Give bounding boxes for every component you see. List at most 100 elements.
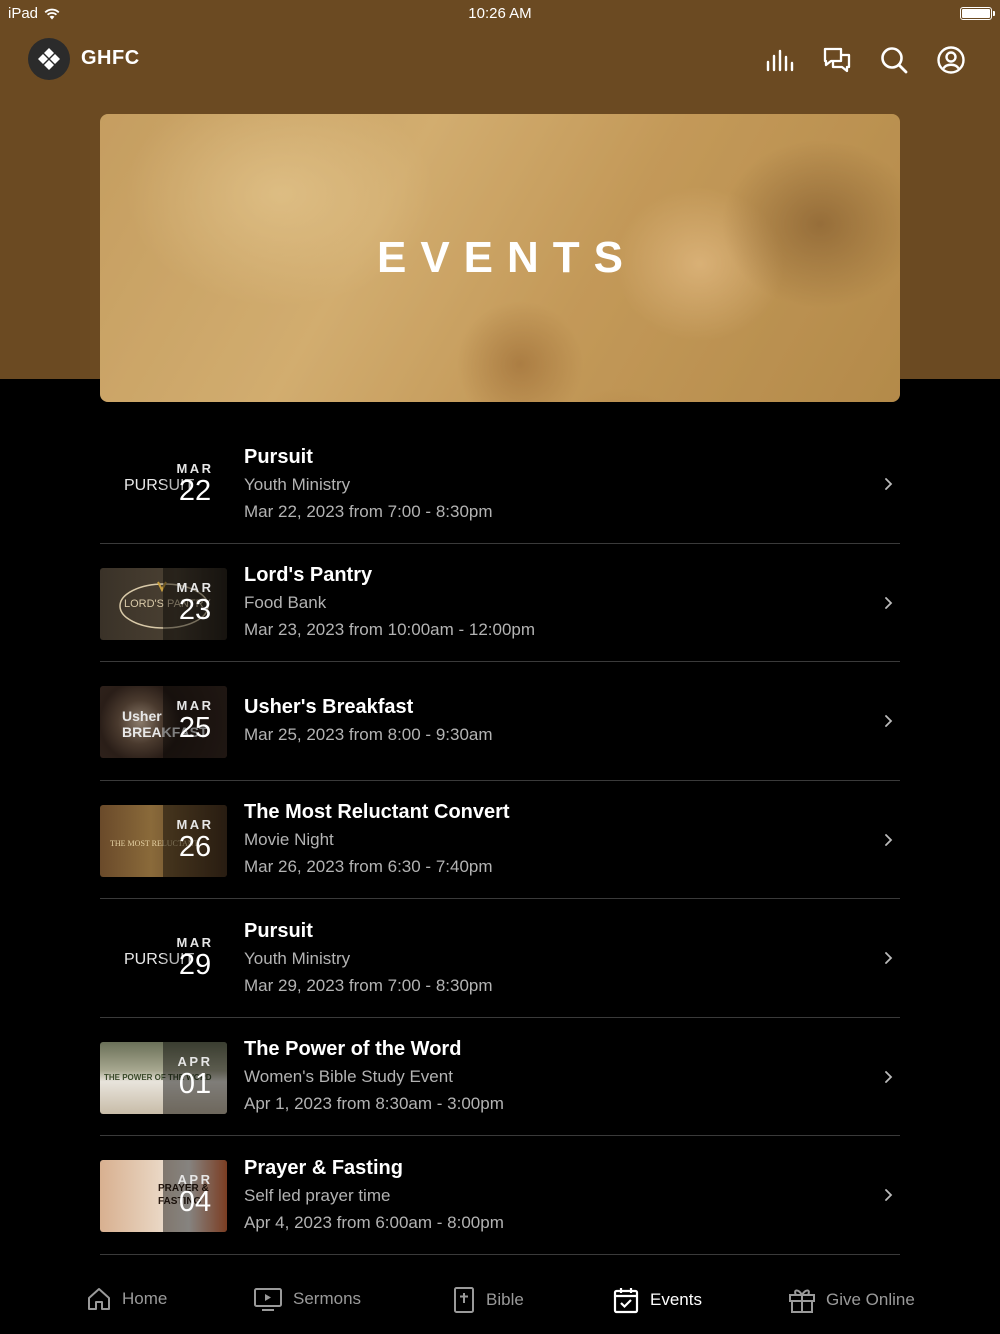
account-icon[interactable] — [935, 44, 966, 75]
calendar-check-icon — [613, 1288, 639, 1314]
header-actions — [764, 44, 966, 75]
tab-home[interactable]: Home — [86, 1286, 167, 1312]
event-title: The Power of the Word — [244, 1038, 462, 1060]
event-time: Mar 22, 2023 from 7:00 - 8:30pm — [244, 501, 493, 521]
app-header: GHFC — [0, 36, 1000, 82]
event-info: Pursuit Youth Ministry Mar 22, 2023 from… — [244, 425, 493, 543]
date-badge: MAR 25 — [163, 686, 227, 758]
status-time: 10:26 AM — [468, 5, 532, 22]
tab-label: Home — [122, 1289, 168, 1308]
date-badge: MAR 29 — [163, 923, 227, 995]
event-title: The Most Reluctant Convert — [244, 801, 510, 823]
date-month: MAR — [176, 579, 214, 595]
event-thumbnail: THE MOST RELUCTANT MAR 26 — [100, 804, 227, 877]
date-day: 04 — [178, 1186, 212, 1218]
date-badge: APR 04 — [163, 1160, 227, 1232]
event-info: The Power of the Word Women's Bible Stud… — [244, 1018, 504, 1136]
date-badge: APR 01 — [163, 1041, 227, 1114]
event-title: Pursuit — [244, 919, 313, 942]
home-icon — [88, 1288, 110, 1310]
chevron-right-icon — [885, 833, 893, 846]
event-subtitle: Youth Ministry — [244, 474, 351, 494]
date-month: APR — [177, 1053, 213, 1069]
date-day: 26 — [178, 830, 212, 863]
event-row[interactable]: PURSUIT MAR 29 Pursuit Youth Ministry Ma… — [100, 899, 900, 1018]
event-row[interactable]: LORD'S PANTRY MAR 23 Lord's Pantry Food … — [100, 544, 900, 662]
brand-name: GHFC — [81, 47, 140, 69]
tab-events[interactable]: Events — [612, 1286, 702, 1314]
date-day: 25 — [178, 712, 212, 744]
event-row[interactable]: PRAYER & FASTING APR 04 Prayer & Fasting… — [100, 1136, 900, 1255]
banner-title: EVENTS — [376, 233, 638, 282]
date-day: 29 — [178, 949, 212, 981]
chevron-right-icon — [885, 715, 893, 727]
event-info: Lord's Pantry Food Bank Mar 23, 2023 fro… — [244, 544, 535, 662]
event-thumbnail: THE POWER OF THE WORD APR 01 — [100, 1041, 227, 1114]
date-badge: MAR 26 — [163, 804, 227, 877]
event-row[interactable]: THE MOST RELUCTANT MAR 26 The Most Reluc… — [100, 781, 900, 899]
event-subtitle: Self led prayer time — [244, 1185, 391, 1205]
event-thumbnail: PURSUIT MAR 29 — [100, 923, 227, 995]
tab-sermons[interactable]: Sermons — [253, 1286, 361, 1312]
audio-bars-icon[interactable] — [764, 44, 795, 75]
event-thumbnail: Usher BREAKFAST MAR 25 — [100, 686, 227, 758]
event-list: PURSUIT MAR 22 Pursuit Youth Ministry Ma… — [100, 425, 900, 1255]
event-time: Apr 1, 2023 from 8:30am - 3:00pm — [244, 1094, 504, 1113]
tab-bible[interactable]: Bible — [452, 1286, 524, 1314]
tab-bar: Home Sermons Bible Events Give Online — [0, 1270, 1000, 1334]
event-thumbnail: PURSUIT MAR 22 — [100, 449, 227, 521]
tab-give-online[interactable]: Give Online — [788, 1286, 915, 1314]
bible-icon — [454, 1287, 474, 1313]
chevron-right-icon — [885, 1070, 893, 1083]
event-info: Prayer & Fasting Self led prayer time Ap… — [244, 1136, 504, 1254]
event-row[interactable]: Usher BREAKFAST MAR 25 Usher's Breakfast… — [100, 662, 900, 781]
church-logo[interactable] — [28, 38, 70, 80]
event-time: Mar 25, 2023 from 8:00 - 9:30am — [244, 725, 493, 744]
tab-label: Give Online — [826, 1290, 915, 1309]
event-thumbnail: LORD'S PANTRY MAR 23 — [100, 567, 227, 640]
date-month: MAR — [176, 698, 214, 713]
event-time: Mar 23, 2023 from 10:00am - 12:00pm — [244, 620, 536, 639]
chevron-right-icon — [885, 478, 893, 490]
gift-icon — [789, 1289, 815, 1313]
date-day: 01 — [178, 1067, 212, 1100]
date-month: APR — [177, 1172, 213, 1187]
event-subtitle: Food Bank — [244, 593, 327, 612]
battery-icon — [960, 7, 995, 20]
chevron-right-icon — [885, 952, 893, 964]
event-info: The Most Reluctant Convert Movie Night M… — [244, 781, 510, 899]
events-banner: EVENTS — [100, 114, 900, 402]
chat-icon[interactable] — [821, 44, 852, 75]
event-title: Prayer & Fasting — [244, 1156, 403, 1179]
event-thumbnail: PRAYER & FASTING APR 04 — [100, 1160, 227, 1232]
event-time: Mar 26, 2023 from 6:30 - 7:40pm — [244, 857, 493, 876]
date-badge: MAR 23 — [163, 567, 227, 640]
chevron-right-icon — [885, 1189, 893, 1201]
event-info: Pursuit Youth Ministry Mar 29, 2023 from… — [244, 899, 493, 1017]
date-month: MAR — [176, 461, 214, 476]
event-time: Apr 4, 2023 from 6:00am - 8:00pm — [244, 1212, 504, 1232]
tab-label: Sermons — [293, 1289, 362, 1308]
play-screen-icon — [254, 1288, 282, 1311]
chevron-right-icon — [885, 596, 893, 609]
event-subtitle: Movie Night — [244, 830, 334, 849]
date-badge: MAR 22 — [163, 449, 227, 521]
search-icon[interactable] — [878, 44, 909, 75]
event-info: Usher's Breakfast Mar 25, 2023 from 8:00… — [244, 662, 493, 780]
tab-label: Events — [650, 1290, 702, 1309]
event-row[interactable]: THE POWER OF THE WORD APR 01 The Power o… — [100, 1018, 900, 1136]
logo-mark-icon — [38, 48, 60, 70]
event-subtitle: Youth Ministry — [244, 948, 351, 968]
date-day: 22 — [178, 475, 212, 507]
date-month: MAR — [176, 816, 214, 832]
tab-label: Bible — [486, 1290, 524, 1309]
date-day: 23 — [178, 593, 212, 626]
status-bar: iPad 10:26 AM — [0, 0, 1000, 28]
date-month: MAR — [176, 935, 214, 950]
event-subtitle: Women's Bible Study Event — [244, 1067, 453, 1086]
event-time: Mar 29, 2023 from 7:00 - 8:30pm — [244, 975, 493, 995]
event-title: Lord's Pantry — [244, 564, 373, 586]
event-row[interactable]: PURSUIT MAR 22 Pursuit Youth Ministry Ma… — [100, 425, 900, 544]
event-title: Pursuit — [244, 445, 313, 468]
event-title: Usher's Breakfast — [244, 696, 414, 718]
